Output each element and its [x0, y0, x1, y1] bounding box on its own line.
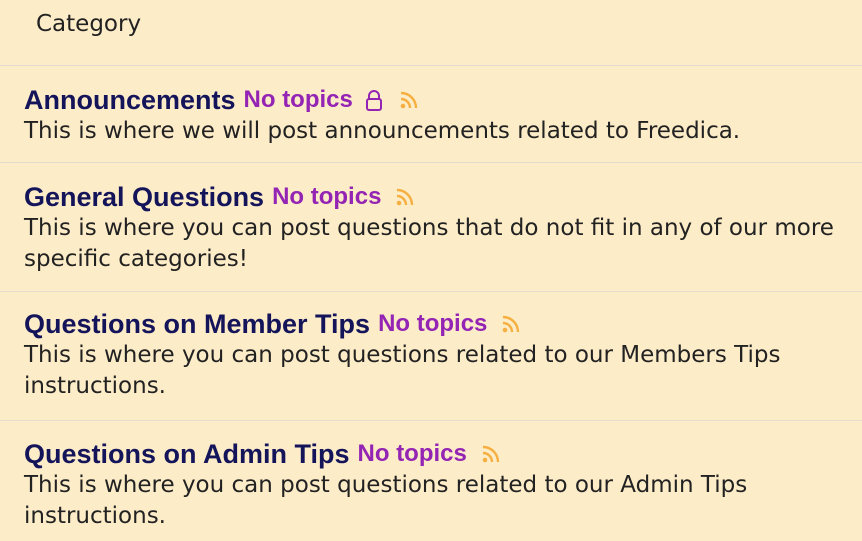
category-description: This is where you can post questions rel…: [24, 342, 781, 399]
category-column-header: Category: [36, 11, 142, 37]
category-title-line: General Questions No topics: [24, 181, 852, 213]
category-row-announcements: Announcements No topics This is where we…: [0, 66, 862, 163]
topic-count: No topics: [357, 440, 467, 467]
rss-icon[interactable]: [399, 90, 419, 110]
category-title-link[interactable]: Questions on Admin Tips: [24, 439, 350, 470]
category-description: This is where we will post announcements…: [24, 118, 741, 144]
rss-icon[interactable]: [501, 314, 521, 334]
rss-icon[interactable]: [395, 187, 415, 207]
topic-count: No topics: [243, 86, 353, 113]
category-description: This is where you can post questions tha…: [24, 215, 834, 272]
category-list-page: Category Announcements No topics This is…: [0, 0, 862, 541]
category-title-link[interactable]: General Questions: [24, 182, 264, 213]
category-row-admin-tips: Questions on Admin Tips No topics This i…: [0, 421, 862, 541]
topic-count: No topics: [272, 183, 382, 210]
category-title-line: Questions on Admin Tips No topics: [24, 438, 852, 470]
category-description: This is where you can post questions rel…: [24, 472, 748, 529]
category-title-link[interactable]: Questions on Member Tips: [24, 309, 370, 340]
category-row-general-questions: General Questions No topics This is wher…: [0, 163, 862, 292]
category-title-line: Announcements No topics: [24, 84, 852, 116]
lock-icon: [363, 88, 385, 112]
category-row-member-tips: Questions on Member Tips No topics This …: [0, 292, 862, 421]
topic-count: No topics: [378, 310, 488, 337]
category-title-link[interactable]: Announcements: [24, 85, 236, 116]
category-title-line: Questions on Member Tips No topics: [24, 308, 852, 340]
rss-icon[interactable]: [481, 444, 501, 464]
category-list-header: Category: [0, 0, 862, 66]
